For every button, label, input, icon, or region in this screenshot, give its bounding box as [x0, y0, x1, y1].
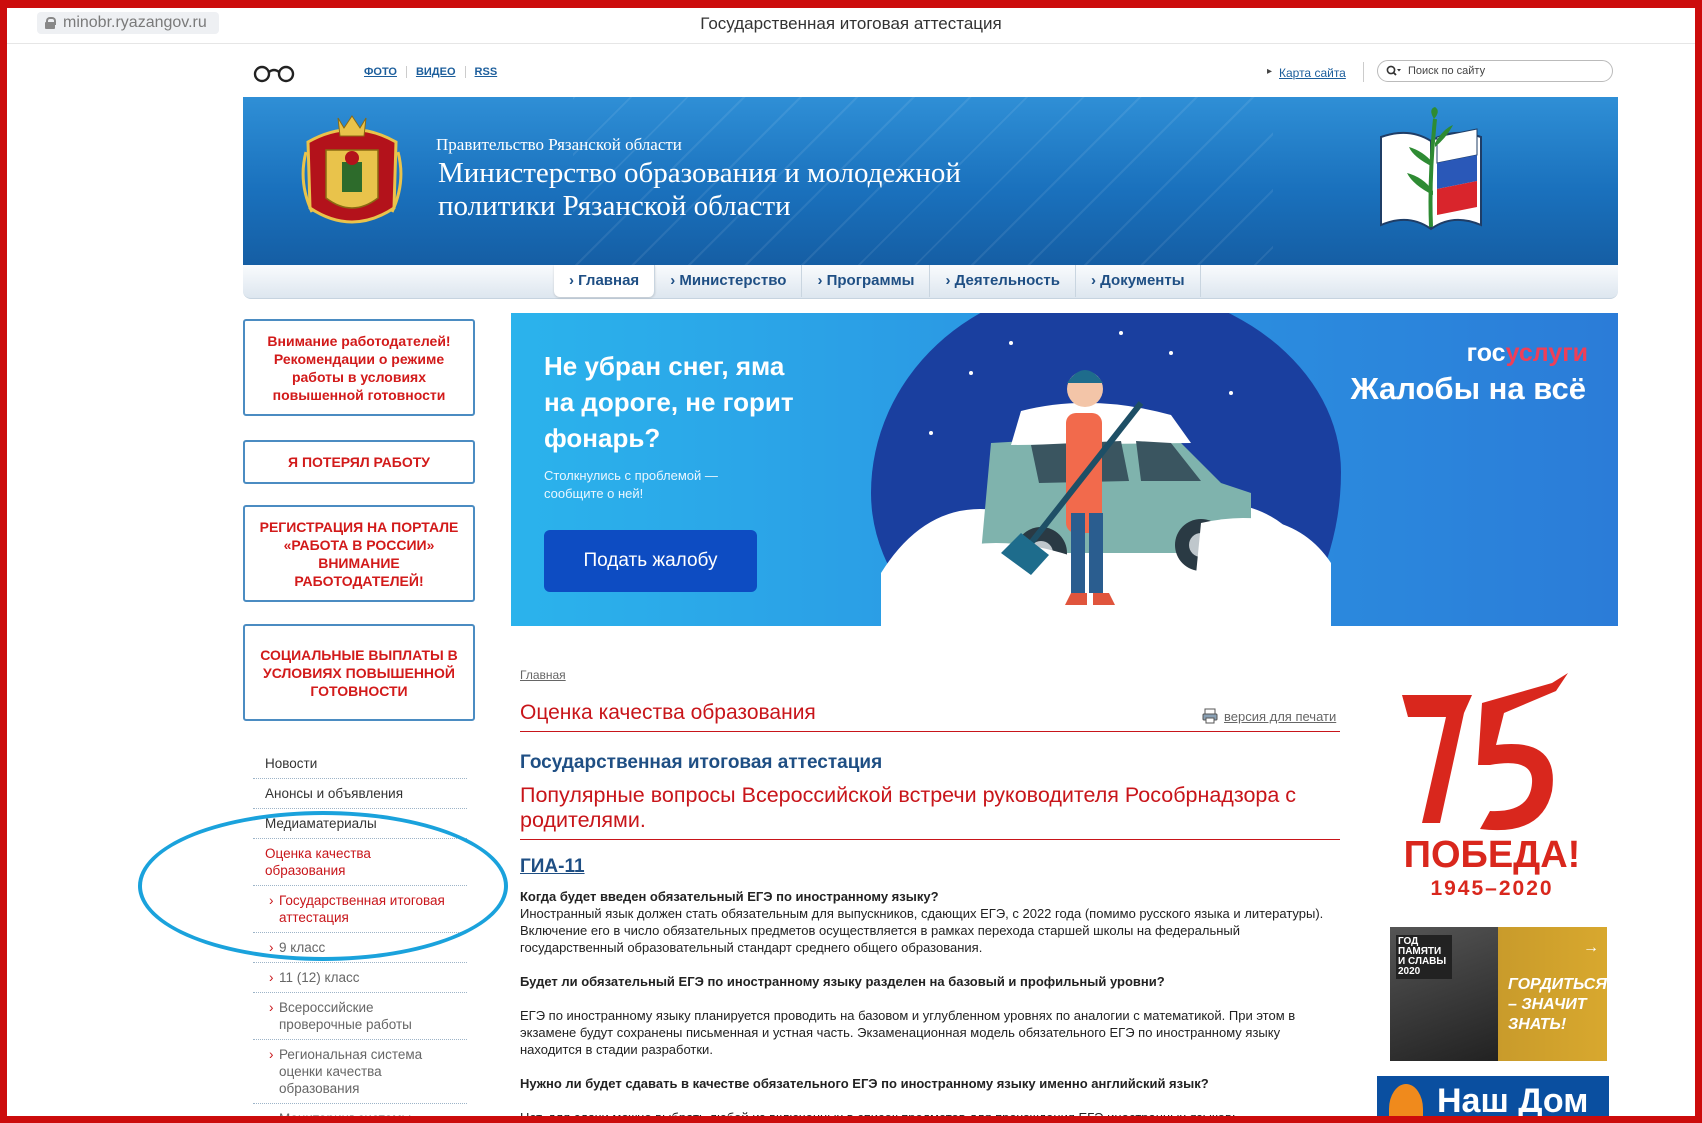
print-version-link[interactable]: версия для печати: [1202, 708, 1336, 724]
site-header: Правительство Рязанской области Министер…: [243, 97, 1618, 265]
nav-item-home[interactable]: Главная: [554, 265, 656, 297]
banner-headline: Не убран снег, яма на дороге, не горит ф…: [544, 351, 794, 453]
gia-11-heading[interactable]: ГИА-11: [520, 856, 585, 878]
search-icon: [1386, 65, 1401, 76]
search-placeholder: Поиск по сайту: [1408, 65, 1486, 77]
site-search-input[interactable]: Поиск по сайту: [1377, 60, 1613, 82]
utility-divider: [1363, 62, 1364, 82]
ministry-title[interactable]: Министерство образования и молодежной по…: [438, 157, 1058, 223]
video-link[interactable]: ВИДЕО: [407, 66, 466, 78]
nav-item-documents[interactable]: Документы: [1076, 265, 1201, 297]
faq-question: Будет ли обязательный ЕГЭ по иностранном…: [520, 974, 1165, 989]
article-title: Популярные вопросы Всероссийской встречи…: [520, 783, 1340, 840]
section-subtitle: Государственная итоговая аттестация: [520, 752, 883, 773]
social-payments-box[interactable]: СОЦИАЛЬНЫЕ ВЫПЛАТЫ В УСЛОВИЯХ ПОВЫШЕННОЙ…: [243, 624, 475, 721]
faq-question: Когда будет введен обязательный ЕГЭ по и…: [520, 889, 939, 904]
faq-answer: Нет, для сдачи можно выбрать любой из вк…: [520, 1110, 1236, 1123]
rss-link[interactable]: RSS: [466, 66, 507, 78]
gosuslugi-logo: госуслуги: [1467, 339, 1588, 368]
media-links: ФОТО ВИДЕО RSS: [355, 66, 506, 78]
nash-dom-logo-icon: [1389, 1084, 1423, 1116]
banner-subtext: Столкнулись с проблемой — сообщите о ней…: [544, 468, 718, 501]
menu-item-announcements[interactable]: Анонсы и объявления: [253, 779, 467, 809]
nav-items: Главная Министерство Программы Деятельно…: [554, 265, 1201, 297]
menu-item-monitoring[interactable]: Мониторинг системы образования Рязанской: [253, 1104, 467, 1116]
sitemap-link[interactable]: Карта сайта: [1267, 66, 1346, 80]
nav-item-ministry[interactable]: Министерство: [655, 265, 803, 297]
menu-item-news[interactable]: Новости: [253, 749, 467, 779]
nav-item-activity[interactable]: Деятельность: [930, 265, 1076, 297]
victory-word: ПОБЕДА!: [1404, 834, 1581, 876]
government-label: Правительство Рязанской области: [436, 135, 682, 154]
arrow-right-icon: →: [1583, 939, 1599, 956]
faq-answer: ЕГЭ по иностранному языку планируется пр…: [520, 1008, 1296, 1057]
highlight-ellipse: [138, 811, 508, 961]
memory-tag: ГОД ПАМЯТИ И СЛАВЫ 2020: [1396, 935, 1452, 979]
banner-slogan: Жалобы на всё: [1350, 371, 1586, 406]
faq-answer: Иностранный язык должен стать обязательн…: [520, 906, 1324, 955]
complaint-button[interactable]: Подать жалобу: [544, 530, 757, 592]
menu-item-vpr[interactable]: Всероссийские проверочные работы: [253, 993, 467, 1040]
brand-part-a: гос: [1466, 339, 1506, 367]
victory-75-logo: ПОБЕДА! 1945–2020: [1402, 673, 1581, 900]
coat-of-arms-icon[interactable]: [298, 112, 406, 236]
nav-item-programs[interactable]: Программы: [802, 265, 931, 297]
gosuslugi-banner[interactable]: Не убран снег, яма на дороге, не горит ф…: [511, 313, 1618, 626]
victory-years: 1945–2020: [1430, 877, 1553, 900]
page-frame: minobr.ryazangov.ru Государственная итог…: [0, 0, 1702, 1123]
brand-part-b: услуги: [1505, 339, 1588, 367]
snow-shovel-illustration: [881, 331, 1331, 626]
memory-slogan: ГОРДИТЬСЯ – ЗНАЧИТ ЗНАТЬ!: [1508, 976, 1607, 1033]
tab-title: Государственная итоговая аттестация: [700, 14, 1002, 33]
memory-glory-banner[interactable]: ГОД ПАМЯТИ И СЛАВЫ 2020 ГОРДИТЬСЯ – ЗНАЧ…: [1390, 927, 1607, 1061]
employer-notice-box[interactable]: Внимание работодателей! Рекомендации о р…: [243, 319, 475, 416]
photo-link[interactable]: ФОТО: [355, 66, 407, 78]
breadcrumb[interactable]: Главная: [520, 668, 566, 682]
faq-question: Нужно ли будет сдавать в качестве обязат…: [520, 1076, 1209, 1091]
open-book-flag-icon[interactable]: [1373, 107, 1489, 235]
glasses-icon[interactable]: [251, 64, 297, 84]
main-nav: Главная Министерство Программы Деятельно…: [243, 265, 1618, 299]
nash-dom-title: Наш Дом: [1437, 1082, 1589, 1120]
lost-job-box[interactable]: Я ПОТЕРЯЛ РАБОТУ: [243, 440, 475, 484]
victory-75-banner[interactable]: ПОБЕДА! 1945–2020: [1392, 673, 1592, 913]
printer-icon: [1202, 708, 1218, 724]
utility-bar: ФОТО ВИДЕО RSS Карта сайта Поиск по сайт…: [243, 52, 1618, 92]
nash-dom-banner[interactable]: Наш Дом: [1377, 1076, 1609, 1120]
menu-item-grade-11[interactable]: 11 (12) класс: [253, 963, 467, 993]
faq-list: Когда будет введен обязательный ЕГЭ по и…: [520, 888, 1340, 1123]
browser-bar: minobr.ryazangov.ru Государственная итог…: [7, 8, 1695, 44]
print-version-label: версия для печати: [1224, 708, 1337, 724]
work-in-russia-box[interactable]: РЕГИСТРАЦИЯ НА ПОРТАЛЕ «РАБОТА В РОССИИ»…: [243, 505, 475, 602]
menu-item-regional-system[interactable]: Региональная система оценки качества обр…: [253, 1040, 467, 1104]
